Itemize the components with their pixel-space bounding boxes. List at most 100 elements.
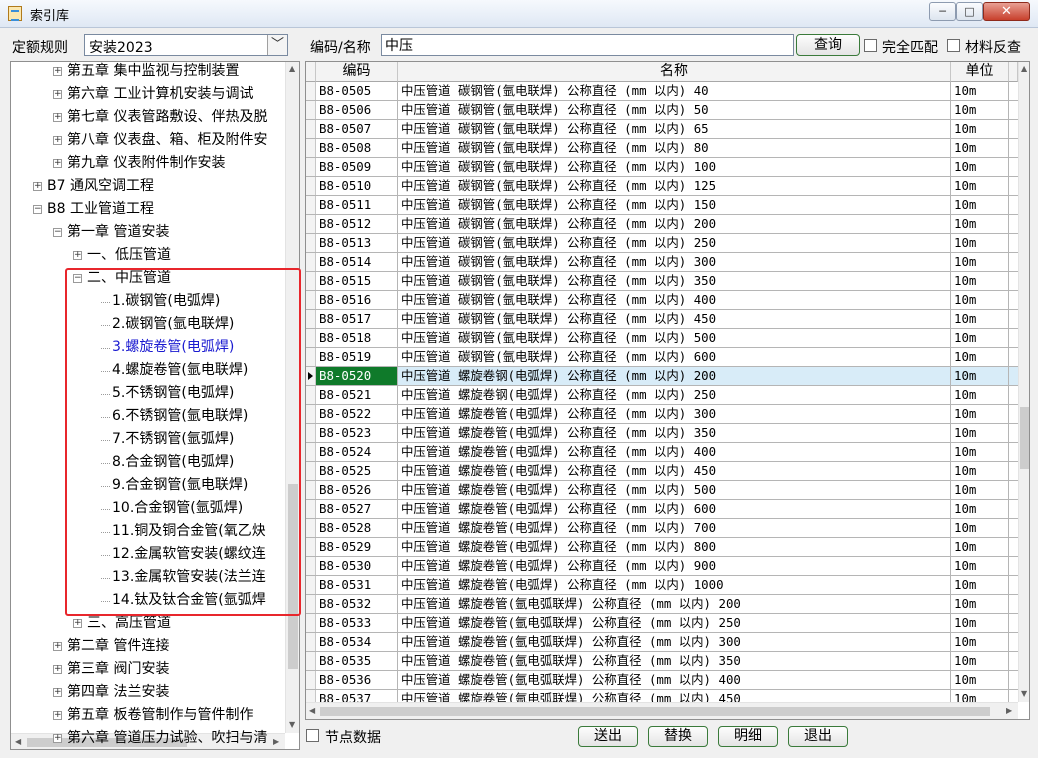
cell-name[interactable]: 中压管道 碳钢管(氩电联焊) 公称直径 (mm 以内) 80 bbox=[398, 139, 951, 157]
cell-name[interactable]: 中压管道 碳钢管(氩电联焊) 公称直径 (mm 以内) 350 bbox=[398, 272, 951, 290]
cell-code[interactable]: B8-0516 bbox=[316, 291, 398, 309]
tree-item[interactable]: 一、低压管道 bbox=[87, 244, 171, 267]
cell-unit[interactable]: 10m bbox=[951, 82, 1009, 100]
table-row[interactable]: B8-0532 中压管道 螺旋卷管(氩电弧联焊) 公称直径 (mm 以内) 200… bbox=[306, 595, 1018, 614]
cell-unit[interactable]: 10m bbox=[951, 633, 1009, 651]
quota-rule-select[interactable]: 安装2023 ﹀ bbox=[84, 34, 288, 56]
cell-code[interactable]: B8-0520 bbox=[316, 367, 398, 385]
cell-unit[interactable]: 10m bbox=[951, 291, 1009, 309]
tree-item[interactable]: B7 通风空调工程 bbox=[47, 175, 154, 198]
cell-name[interactable]: 中压管道 碳钢管(氩电联焊) 公称直径 (mm 以内) 50 bbox=[398, 101, 951, 119]
scroll-down-icon[interactable]: ▼ bbox=[289, 720, 295, 729]
cell-name[interactable]: 中压管道 螺旋卷管(电弧焊) 公称直径 (mm 以内) 350 bbox=[398, 424, 951, 442]
chevron-down-icon[interactable]: ﹀ bbox=[267, 35, 287, 55]
row-indicator[interactable] bbox=[306, 139, 316, 157]
row-indicator[interactable] bbox=[306, 101, 316, 119]
expand-icon[interactable]: + bbox=[53, 113, 62, 122]
cell-code[interactable]: B8-0510 bbox=[316, 177, 398, 195]
send-button[interactable]: 送出 bbox=[578, 726, 638, 747]
row-indicator[interactable] bbox=[306, 253, 316, 271]
cell-code[interactable]: B8-0509 bbox=[316, 158, 398, 176]
material-reverse-checkbox[interactable] bbox=[947, 39, 960, 52]
row-indicator[interactable] bbox=[306, 386, 316, 404]
cell-code[interactable]: B8-0506 bbox=[316, 101, 398, 119]
table-row[interactable]: B8-0517 中压管道 碳钢管(氩电联焊) 公称直径 (mm 以内) 450 10… bbox=[306, 310, 1018, 329]
row-indicator[interactable] bbox=[306, 291, 316, 309]
tree-item[interactable]: 第八章 仪表盘、箱、柜及附件安 bbox=[67, 129, 267, 152]
row-indicator[interactable] bbox=[306, 234, 316, 252]
row-indicator[interactable] bbox=[306, 82, 316, 100]
cell-name[interactable]: 中压管道 碳钢管(氩电联焊) 公称直径 (mm 以内) 100 bbox=[398, 158, 951, 176]
row-indicator[interactable] bbox=[306, 196, 316, 214]
table-row[interactable]: B8-0510 中压管道 碳钢管(氩电联焊) 公称直径 (mm 以内) 125 10… bbox=[306, 177, 1018, 196]
node-data-checkbox[interactable] bbox=[306, 729, 319, 742]
cell-code[interactable]: B8-0523 bbox=[316, 424, 398, 442]
cell-code[interactable]: B8-0515 bbox=[316, 272, 398, 290]
scroll-right-icon[interactable]: ▶ bbox=[273, 737, 279, 746]
cell-name[interactable]: 中压管道 碳钢管(氩电联焊) 公称直径 (mm 以内) 300 bbox=[398, 253, 951, 271]
expand-icon[interactable]: + bbox=[53, 67, 62, 76]
cell-unit[interactable]: 10m bbox=[951, 557, 1009, 575]
cell-code[interactable]: B8-0526 bbox=[316, 481, 398, 499]
tree-item[interactable]: 第九章 仪表附件制作安装 bbox=[67, 152, 225, 175]
cell-code[interactable]: B8-0514 bbox=[316, 253, 398, 271]
cell-unit[interactable]: 10m bbox=[951, 196, 1009, 214]
cell-name[interactable]: 中压管道 碳钢管(氩电联焊) 公称直径 (mm 以内) 200 bbox=[398, 215, 951, 233]
table-row[interactable]: B8-0523 中压管道 螺旋卷管(电弧焊) 公称直径 (mm 以内) 350 10… bbox=[306, 424, 1018, 443]
row-indicator[interactable] bbox=[306, 424, 316, 442]
expand-icon[interactable]: + bbox=[73, 619, 82, 628]
cell-code[interactable]: B8-0536 bbox=[316, 671, 398, 689]
cell-name[interactable]: 中压管道 螺旋卷管(氩电弧联焊) 公称直径 (mm 以内) 250 bbox=[398, 614, 951, 632]
expand-icon[interactable]: + bbox=[53, 665, 62, 674]
detail-button[interactable]: 明细 bbox=[718, 726, 778, 747]
table-row[interactable]: B8-0516 中压管道 碳钢管(氩电联焊) 公称直径 (mm 以内) 400 10… bbox=[306, 291, 1018, 310]
table-row[interactable]: B8-0529 中压管道 螺旋卷管(电弧焊) 公称直径 (mm 以内) 800 10… bbox=[306, 538, 1018, 557]
table-row[interactable]: B8-0506 中压管道 碳钢管(氩电联焊) 公称直径 (mm 以内) 50 10m bbox=[306, 101, 1018, 120]
cell-name[interactable]: 中压管道 螺旋卷管(电弧焊) 公称直径 (mm 以内) 1000 bbox=[398, 576, 951, 594]
grid-horizontal-scrollbar[interactable]: ◀ ▶ bbox=[306, 702, 1018, 719]
cell-unit[interactable]: 10m bbox=[951, 386, 1009, 404]
cell-code[interactable]: B8-0517 bbox=[316, 310, 398, 328]
cell-code[interactable]: B8-0532 bbox=[316, 595, 398, 613]
cell-code[interactable]: B8-0513 bbox=[316, 234, 398, 252]
table-row[interactable]: B8-0531 中压管道 螺旋卷管(电弧焊) 公称直径 (mm 以内) 1000 1… bbox=[306, 576, 1018, 595]
row-indicator[interactable] bbox=[306, 481, 316, 499]
cell-name[interactable]: 中压管道 螺旋卷管(电弧焊) 公称直径 (mm 以内) 900 bbox=[398, 557, 951, 575]
table-row[interactable]: B8-0514 中压管道 碳钢管(氩电联焊) 公称直径 (mm 以内) 300 10… bbox=[306, 253, 1018, 272]
row-indicator[interactable] bbox=[306, 215, 316, 233]
cell-unit[interactable]: 10m bbox=[951, 310, 1009, 328]
grid-vertical-thumb[interactable] bbox=[1020, 407, 1029, 469]
cell-unit[interactable]: 10m bbox=[951, 234, 1009, 252]
cell-name[interactable]: 中压管道 碳钢管(氩电联焊) 公称直径 (mm 以内) 600 bbox=[398, 348, 951, 366]
cell-unit[interactable]: 10m bbox=[951, 519, 1009, 537]
cell-code[interactable]: B8-0533 bbox=[316, 614, 398, 632]
row-indicator[interactable] bbox=[306, 120, 316, 138]
table-row[interactable]: B8-0533 中压管道 螺旋卷管(氩电弧联焊) 公称直径 (mm 以内) 250… bbox=[306, 614, 1018, 633]
cell-code[interactable]: B8-0508 bbox=[316, 139, 398, 157]
cell-code[interactable]: B8-0507 bbox=[316, 120, 398, 138]
row-indicator[interactable] bbox=[306, 348, 316, 366]
cell-code[interactable]: B8-0505 bbox=[316, 82, 398, 100]
results-grid[interactable]: 编码 名称 单位 B8-0505 中压管道 碳钢管(氩电联焊) 公称直径 (mm … bbox=[305, 61, 1030, 720]
cell-name[interactable]: 中压管道 螺旋卷管(氩电弧联焊) 公称直径 (mm 以内) 400 bbox=[398, 671, 951, 689]
table-row[interactable]: B8-0526 中压管道 螺旋卷管(电弧焊) 公称直径 (mm 以内) 500 10… bbox=[306, 481, 1018, 500]
table-row[interactable]: B8-0522 中压管道 螺旋卷管(电弧焊) 公称直径 (mm 以内) 300 10… bbox=[306, 405, 1018, 424]
tree-item[interactable]: 第七章 仪表管路敷设、伴热及脱 bbox=[67, 106, 267, 129]
cell-name[interactable]: 中压管道 螺旋卷管(电弧焊) 公称直径 (mm 以内) 450 bbox=[398, 462, 951, 480]
table-row[interactable]: B8-0536 中压管道 螺旋卷管(氩电弧联焊) 公称直径 (mm 以内) 400… bbox=[306, 671, 1018, 690]
close-button[interactable]: ✕ bbox=[983, 2, 1030, 21]
cell-unit[interactable]: 10m bbox=[951, 348, 1009, 366]
cell-unit[interactable]: 10m bbox=[951, 253, 1009, 271]
cell-name[interactable]: 中压管道 螺旋卷钢(电弧焊) 公称直径 (mm 以内) 250 bbox=[398, 386, 951, 404]
row-indicator[interactable] bbox=[306, 614, 316, 632]
expand-icon[interactable]: + bbox=[73, 251, 82, 260]
row-indicator[interactable] bbox=[306, 462, 316, 480]
row-indicator[interactable] bbox=[306, 671, 316, 689]
cell-code[interactable]: B8-0518 bbox=[316, 329, 398, 347]
cell-unit[interactable]: 10m bbox=[951, 367, 1009, 385]
table-row[interactable]: B8-0525 中压管道 螺旋卷管(电弧焊) 公称直径 (mm 以内) 450 10… bbox=[306, 462, 1018, 481]
scroll-right-icon[interactable]: ▶ bbox=[1006, 706, 1012, 715]
cell-name[interactable]: 中压管道 螺旋卷管(氩电弧联焊) 公称直径 (mm 以内) 350 bbox=[398, 652, 951, 670]
table-row[interactable]: B8-0512 中压管道 碳钢管(氩电联焊) 公称直径 (mm 以内) 200 10… bbox=[306, 215, 1018, 234]
cell-unit[interactable]: 10m bbox=[951, 443, 1009, 461]
